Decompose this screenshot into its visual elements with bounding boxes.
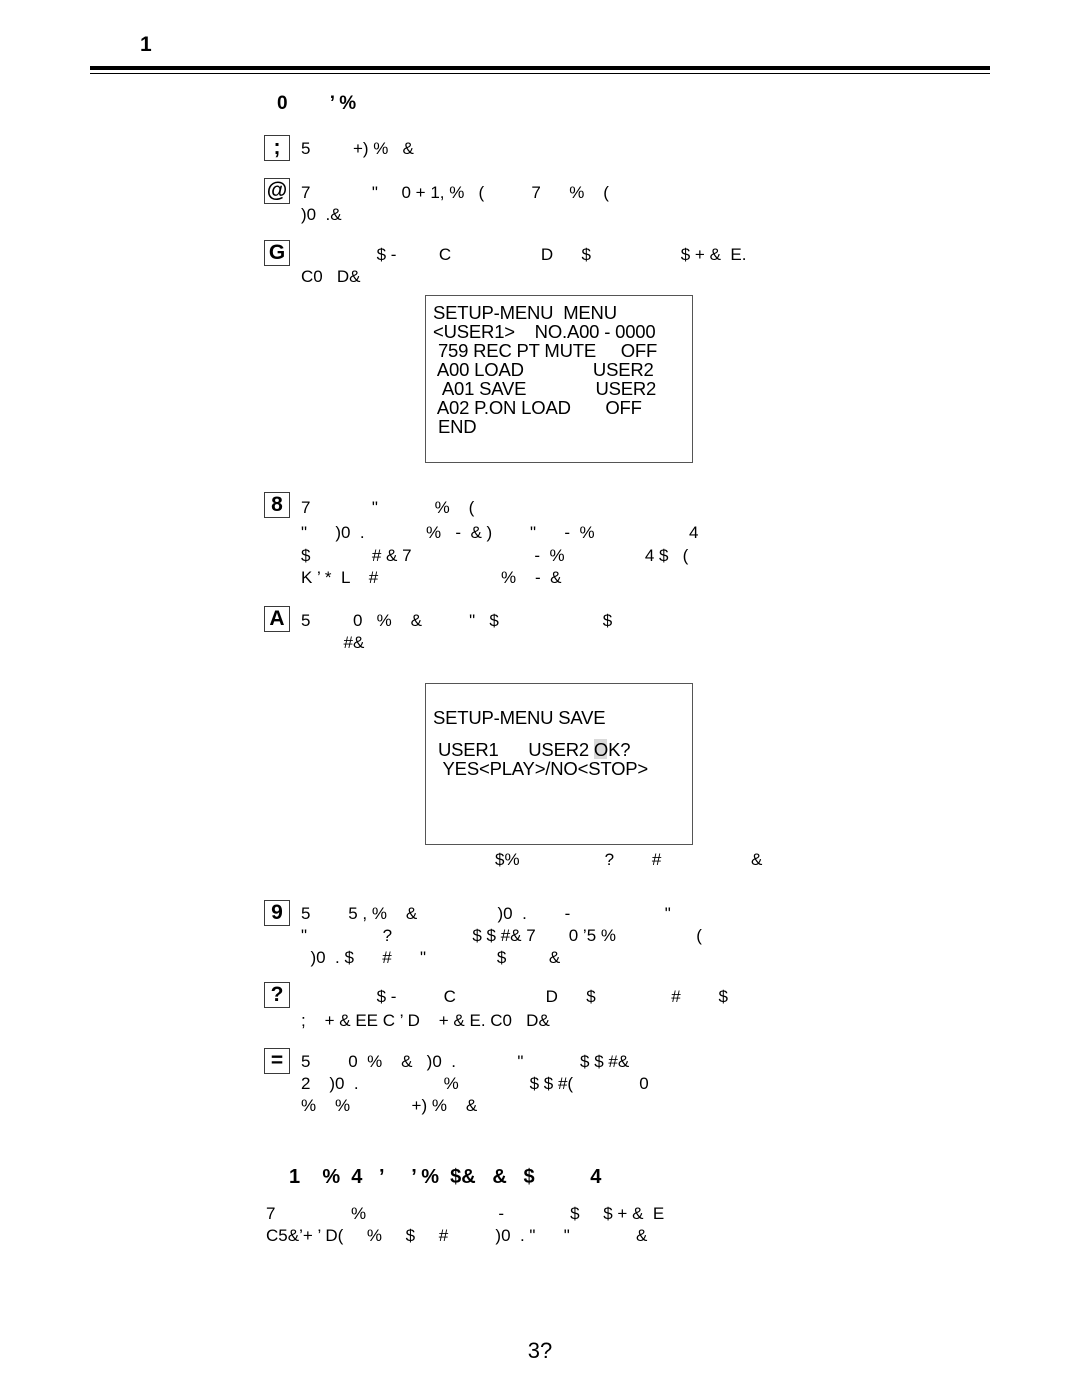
header-page-number: 1	[140, 33, 152, 56]
step-1-line-1: 5 +) % &	[301, 139, 414, 158]
lcd-menu-line-7: END	[433, 416, 477, 437]
step-4-line-3: $ # & 7 - % 4 $ (	[301, 546, 689, 565]
step-8-line-2: 2 )0 . % $ $ #( 0	[301, 1074, 649, 1093]
step-3-line-2: C0 D&	[301, 267, 361, 286]
lcd-save-line-3: YES<PLAY>/NO<STOP>	[433, 758, 649, 779]
lcd-save-line-1: SETUP-MENU SAVE	[433, 707, 606, 728]
step-marker-3-icon: G	[264, 240, 290, 266]
step-6-line-1: 5 5 , % & )0 . - "	[301, 904, 671, 923]
section-line-2: C5&’+ ’ D( % $ # )0 . " " &	[266, 1226, 648, 1245]
step-3-line-1: $ - C D $ $ + & E.	[301, 245, 747, 264]
step-7-line-2: ; + & EE C ’ D + & E. C0 D&	[301, 1011, 550, 1030]
step-marker-6-icon: 9	[264, 900, 290, 926]
step-marker-7-icon: ?	[264, 982, 290, 1008]
step-8-line-3: % % +) % &	[301, 1096, 478, 1115]
step-marker-5-icon: A	[264, 606, 290, 632]
page-header: 1	[0, 0, 1080, 80]
intro-title: 0 ’ %	[277, 93, 357, 114]
step-4-line-1: 7 " % (	[301, 498, 475, 517]
save-box-caption: $% ? # &	[495, 850, 763, 869]
step-marker-2-icon: @	[264, 178, 290, 204]
step-6-line-2: " ? $ $ #& 7 0 ’5 % (	[301, 926, 702, 945]
header-rule-thin	[90, 73, 990, 74]
step-4-line-2: " )0 . % - & ) " - % 4	[301, 523, 699, 542]
step-6-line-3: )0 . $ # " $ &	[301, 948, 561, 967]
step-marker-8-icon: =	[264, 1048, 290, 1074]
section-heading: 1 % 4 ’ ’ % $& & $ 4	[289, 1166, 602, 1188]
setup-menu-save-display: SETUP-MENU SAVE USER1 USER2 OK? YES<PLAY…	[425, 683, 693, 845]
step-5-line-1: 5 0 % & " $ $	[301, 611, 613, 630]
section-line-1: 7 % - $ $ + & E	[266, 1204, 665, 1223]
footer-page-number: 3?	[527, 1338, 553, 1363]
setup-menu-menu-display: SETUP-MENU MENU <USER1> NO.A00 - 0000 75…	[425, 295, 693, 463]
step-2-line-1: 7 " 0 + 1, % ( 7 % (	[301, 183, 609, 202]
step-marker-1-icon: ;	[264, 135, 290, 161]
step-2-line-2: )0 .&	[301, 205, 342, 224]
step-4-line-4: K ’ * L # % - &	[301, 568, 562, 587]
step-7-line-1: $ - C D $ # $	[301, 987, 728, 1006]
step-8-line-1: 5 0 % & )0 . " $ $ #&	[301, 1052, 630, 1071]
header-rule-thick	[90, 66, 990, 70]
step-marker-4-icon: 8	[264, 492, 290, 518]
step-5-line-2: #&	[301, 633, 365, 652]
